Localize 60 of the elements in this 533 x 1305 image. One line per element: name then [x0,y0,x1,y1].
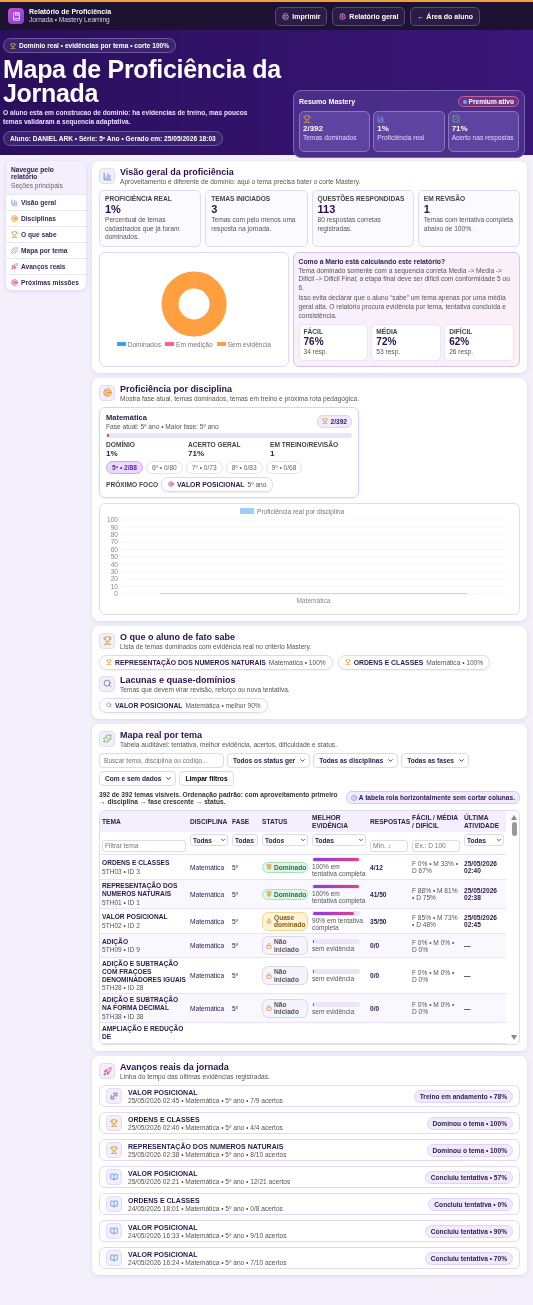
donut-chart-drawing [160,270,227,337]
chevron-down-icon [458,756,465,764]
scroll-down-icon[interactable] [511,1035,517,1041]
chevron-down-icon [299,756,307,764]
target-icon [168,481,175,488]
trophy-icon [106,659,112,666]
chevron-down-icon [387,756,395,764]
chevron-down-icon [358,837,364,844]
info-icon [350,794,357,801]
bar-chart-icon [11,199,18,206]
chevron-down-icon [496,837,502,844]
lock-icon [266,1005,272,1012]
section-title: Proficiência por disciplina [120,383,234,394]
rocket-icon [102,1066,112,1076]
section-title: Avanços reais da jornada [120,1062,230,1073]
trophy-icon [11,231,18,238]
brain-icon [339,12,347,20]
book-icon [110,1200,118,1209]
stat-value: 1% [106,448,119,458]
medal-icon [266,891,272,898]
search-icon [102,679,112,689]
app-logo [8,8,24,24]
stat-value: 1 [270,448,276,458]
section-title: Lacunas e quase-domínios [120,674,237,685]
trophy-icon [344,659,351,666]
trophy-icon [110,1119,118,1128]
trophy-icon [10,42,16,49]
stat-value: 71% [188,448,205,458]
lock-icon [266,972,272,979]
puzzle-icon [11,247,18,254]
chevron-down-icon [165,774,173,782]
trophy-icon [110,1146,118,1155]
printer-icon [282,12,290,20]
dumbbell-icon [110,1092,118,1101]
flame-icon [266,918,272,925]
chevron-down-icon [220,837,226,844]
page-title: Mapa de Proficiência da Jornada [3,57,283,105]
book-icon [110,1173,118,1182]
check-icon [451,115,460,123]
section-title: O que o aluno de fato sabe [120,631,236,642]
rocket-icon [11,263,18,270]
target-icon [11,279,18,286]
bar-chart-icon [102,171,112,181]
target-icon [102,388,112,398]
chevron-down-icon [253,837,256,844]
section-title: Mapa real por tema [120,729,204,740]
bar-chart-icon [377,115,386,123]
trophy-icon [322,418,329,425]
trophy-icon [303,115,311,123]
scrollbar-thumb[interactable] [511,821,517,836]
section-title: Visão geral da proficiência [120,167,235,177]
trophy-icon [102,636,112,646]
chevron-down-icon [300,837,306,844]
target-icon [11,215,18,222]
search-icon [106,702,112,709]
lock-icon [266,942,272,949]
book-icon [110,1227,118,1236]
puzzle-icon [102,734,112,744]
medal-icon [266,864,272,871]
book-icon [110,1254,118,1263]
